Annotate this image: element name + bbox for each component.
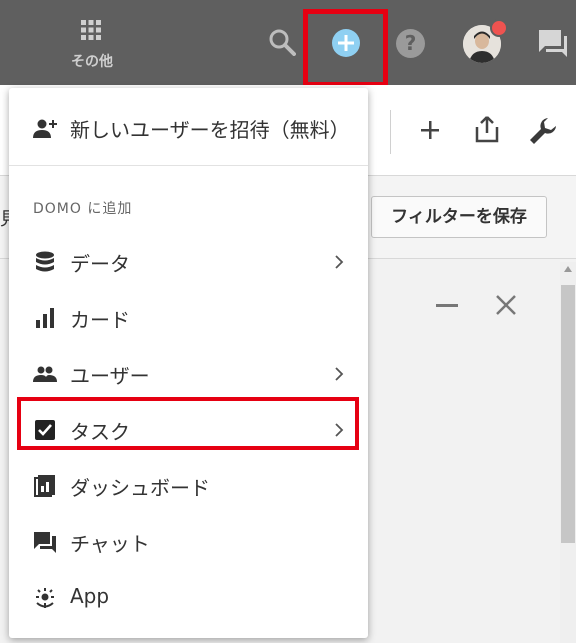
notification-badge (490, 19, 508, 37)
scrollbar-thumb[interactable] (561, 285, 575, 543)
menu-item-card[interactable]: カード (9, 290, 368, 346)
menu-item-label: チャット (70, 532, 150, 556)
close-icon[interactable] (495, 294, 517, 316)
people-icon (33, 366, 57, 382)
bar-chart-icon (36, 308, 54, 328)
invite-user-item[interactable]: 新しいユーザーを招待（無料） (9, 100, 368, 156)
dashboard-icon (34, 475, 55, 497)
more-menu-label[interactable]: その他 (64, 51, 120, 71)
menu-item-label: ダッシュボード (70, 476, 210, 500)
menu-item-label: ユーザー (70, 364, 150, 388)
menu-item-data[interactable]: データ (9, 234, 368, 290)
database-icon (36, 251, 54, 272)
scroll-up-arrow[interactable] (564, 266, 572, 272)
help-glyph: ? (404, 31, 417, 55)
task-highlight-box (17, 397, 359, 450)
toolbar-divider (390, 110, 391, 154)
minimize-icon[interactable] (436, 304, 458, 307)
person-add-icon (33, 119, 57, 138)
chevron-right-icon (335, 367, 344, 381)
search-icon[interactable] (268, 28, 296, 56)
share-icon[interactable] (474, 115, 500, 143)
menu-item-dashboard[interactable]: ダッシュボード (9, 458, 368, 514)
wrench-icon[interactable] (528, 116, 558, 146)
menu-item-label: カード (70, 308, 130, 332)
invite-user-label: 新しいユーザーを招待（無料） (70, 118, 350, 142)
chevron-right-icon (335, 255, 344, 269)
menu-item-app[interactable]: App (9, 570, 368, 626)
grid-icon[interactable] (81, 20, 101, 40)
menu-item-label: データ (70, 252, 130, 276)
add-circle-icon[interactable] (332, 29, 360, 57)
menu-divider (9, 165, 368, 166)
menu-item-label: App (70, 584, 110, 608)
menu-item-users[interactable]: ユーザー (9, 346, 368, 402)
chat-icon[interactable] (537, 28, 569, 58)
menu-item-chat[interactable]: チャット (9, 514, 368, 570)
plus-icon[interactable] (418, 118, 442, 142)
section-header: DOMO に追加 (33, 201, 133, 217)
save-filter-button[interactable]: フィルターを保存 (371, 196, 547, 238)
chat-icon (34, 532, 56, 553)
help-icon[interactable]: ? (396, 29, 425, 58)
plus-icon (338, 35, 354, 51)
app-icon (36, 588, 54, 608)
